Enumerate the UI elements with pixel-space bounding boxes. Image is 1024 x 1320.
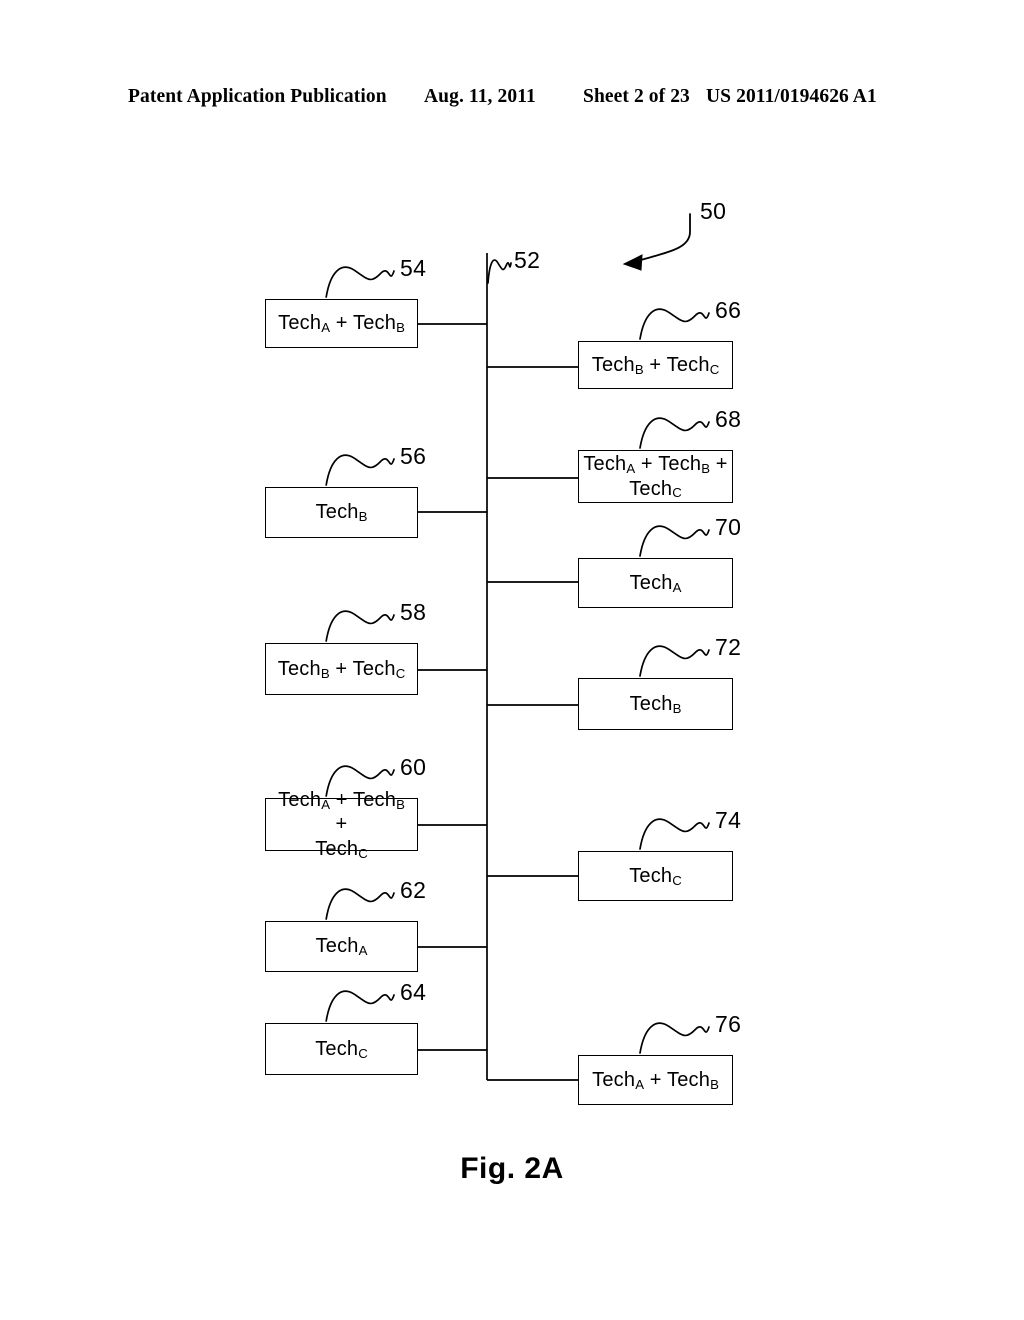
tech-box-62[interactable]: TechA bbox=[265, 921, 418, 972]
figure-2a-diagram: TechA + TechB TechB TechB + TechC TechA + T… bbox=[0, 0, 1024, 1320]
connector-lines bbox=[418, 253, 578, 1081]
tech-box-label-56: TechB bbox=[315, 501, 368, 525]
tech-box-72[interactable]: TechB bbox=[578, 678, 733, 730]
reference-numeral-72: 72 bbox=[715, 634, 742, 660]
diagram-connector-layer bbox=[325, 213, 710, 1081]
tech-box-label-54: TechA + TechB bbox=[278, 312, 405, 336]
tech-box-label-74: TechC bbox=[629, 864, 682, 888]
reference-numeral-60: 60 bbox=[400, 754, 427, 780]
leader-66 bbox=[639, 308, 710, 340]
leader-62 bbox=[325, 888, 395, 920]
reference-numeral-62: 62 bbox=[400, 877, 427, 903]
tech-box-60[interactable]: TechA + TechB + TechC bbox=[265, 789, 418, 861]
leader-72 bbox=[639, 645, 710, 677]
leader-52 bbox=[487, 259, 512, 284]
tech-box-label-58: TechB + TechC bbox=[277, 657, 406, 681]
tech-box-68[interactable]: TechA + TechB + TechC bbox=[578, 450, 733, 503]
reference-numeral-52: 52 bbox=[514, 247, 541, 273]
tech-box-54[interactable]: TechA + TechB bbox=[265, 299, 418, 348]
tech-box-56[interactable]: TechB bbox=[265, 487, 418, 538]
tech-box-58[interactable]: TechB + TechC bbox=[265, 643, 418, 695]
leader-68 bbox=[639, 417, 710, 449]
reference-numeral-56: 56 bbox=[400, 443, 427, 469]
system-pointer-arrowhead bbox=[622, 254, 643, 271]
tech-box-label-66: TechB + TechC bbox=[591, 353, 720, 377]
tech-box-label-70: TechA bbox=[629, 571, 682, 595]
system-pointer-curve bbox=[629, 213, 691, 264]
figure-caption: Fig. 2A bbox=[460, 1152, 564, 1185]
tech-box-64[interactable]: TechC bbox=[265, 1023, 418, 1075]
tech-box-label-62: TechA bbox=[315, 935, 368, 959]
reference-numeral-58: 58 bbox=[400, 599, 427, 625]
leader-70 bbox=[639, 525, 710, 557]
reference-numeral-70: 70 bbox=[715, 514, 742, 540]
leader-56 bbox=[325, 454, 395, 486]
tech-box-74[interactable]: TechC bbox=[578, 851, 733, 901]
leader-74 bbox=[639, 818, 710, 850]
leader-58 bbox=[325, 610, 395, 642]
tech-box-label-72: TechB bbox=[629, 692, 682, 716]
leader-76 bbox=[639, 1022, 710, 1054]
reference-numeral-66: 66 bbox=[715, 297, 742, 323]
tech-box-label-60: TechA + TechB + TechC bbox=[278, 788, 405, 861]
reference-numeral-54: 54 bbox=[400, 255, 427, 281]
reference-numeral-64: 64 bbox=[400, 979, 427, 1005]
tech-box-label-68: TechA + TechB + TechC bbox=[583, 453, 728, 501]
leader-54 bbox=[325, 266, 395, 298]
reference-numeral-76: 76 bbox=[715, 1011, 742, 1037]
reference-numeral-50: 50 bbox=[700, 198, 727, 224]
tech-box-label-76: TechA + TechB bbox=[592, 1068, 719, 1092]
tech-box-70[interactable]: TechA bbox=[578, 558, 733, 608]
reference-numeral-68: 68 bbox=[715, 406, 742, 432]
tech-box-66[interactable]: TechB + TechC bbox=[578, 341, 733, 389]
tech-box-76[interactable]: TechA + TechB bbox=[578, 1055, 733, 1105]
reference-numeral-74: 74 bbox=[715, 807, 742, 833]
tech-box-label-64: TechC bbox=[315, 1037, 368, 1061]
leader-64 bbox=[325, 990, 395, 1022]
system-pointer-arrow bbox=[622, 213, 691, 271]
